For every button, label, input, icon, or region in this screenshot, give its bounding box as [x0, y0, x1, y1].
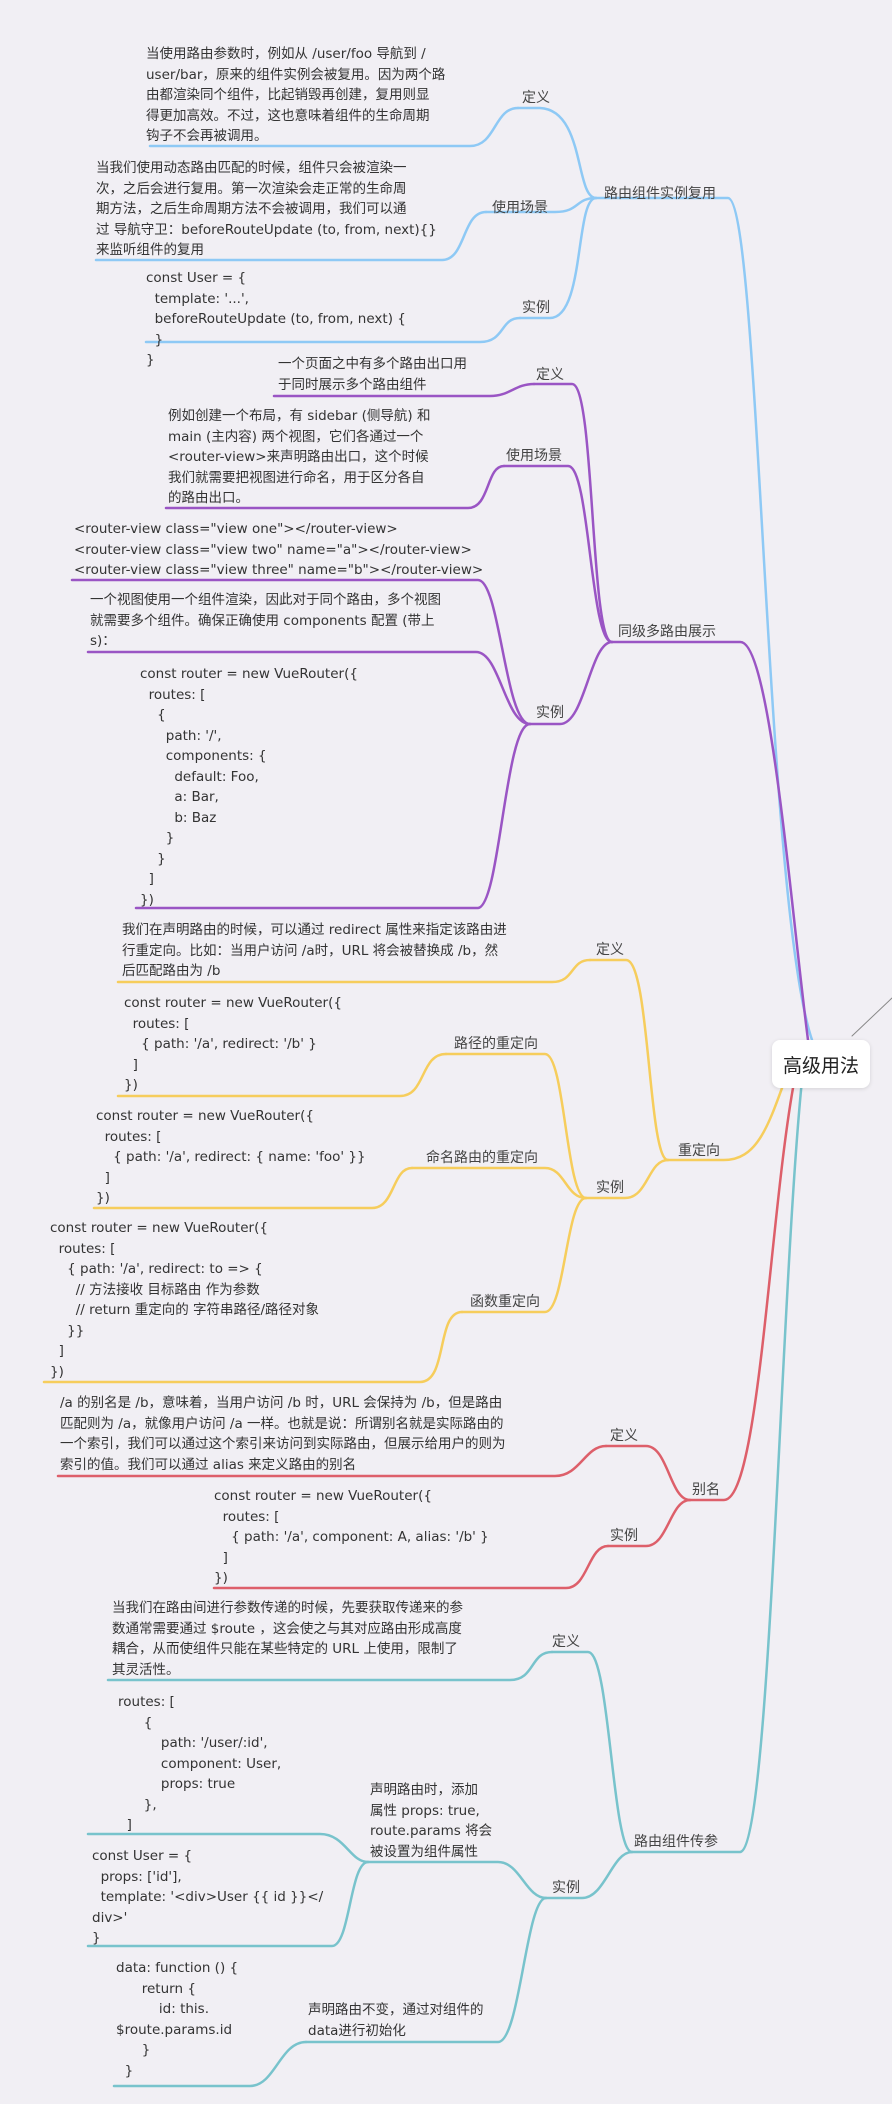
node-alias-ex-label[interactable]: 实例	[610, 1526, 638, 1547]
node-redirect-path-code[interactable]: const router = new VueRouter({ routes: […	[124, 993, 342, 1096]
node-reuse-use-text[interactable]: 当我们使用动态路由匹配的时候，组件只会被渲染一 次，之后会进行复用。第一次渲染会…	[96, 158, 437, 261]
node-multi-title[interactable]: 同级多路由展示	[618, 622, 716, 643]
node-redirect-ex-label[interactable]: 实例	[596, 1178, 624, 1199]
node-props-routes-code[interactable]: routes: [ { path: '/user/:id', component…	[118, 1692, 281, 1836]
node-alias-def-label[interactable]: 定义	[610, 1426, 638, 1447]
node-reuse-def-text[interactable]: 当使用路由参数时，例如从 /user/foo 导航到 / user/bar，原来…	[146, 44, 445, 147]
node-props-user-code[interactable]: const User = { props: ['id'], template: …	[92, 1846, 323, 1949]
node-alias-def-text[interactable]: /a 的别名是 /b，意味着，当用户访问 /b 时，URL 会保持为 /b，但是…	[60, 1393, 506, 1475]
root-stub-line	[851, 997, 892, 1037]
node-props-ex-label[interactable]: 实例	[552, 1878, 580, 1899]
node-multi-def-text[interactable]: 一个页面之中有多个路由出口用 于同时展示多个路由组件	[278, 354, 467, 395]
node-props-decl-label[interactable]: 声明路由时，添加 属性 props: true, route.params 将会…	[370, 1780, 492, 1862]
mindmap-canvas: 高级用法 路由组件实例复用 定义 当使用路由参数时，例如从 /user/foo …	[0, 0, 892, 2104]
node-alias-title[interactable]: 别名	[692, 1480, 720, 1501]
node-redirect-fn-code[interactable]: const router = new VueRouter({ routes: […	[50, 1218, 319, 1382]
node-reuse-def-label[interactable]: 定义	[522, 88, 550, 109]
node-multi-use-label[interactable]: 使用场景	[506, 446, 562, 467]
node-redirect-def-label[interactable]: 定义	[596, 940, 624, 961]
node-multi-def-label[interactable]: 定义	[536, 365, 564, 386]
node-multi-ex-label[interactable]: 实例	[536, 703, 564, 724]
node-alias-ex-code[interactable]: const router = new VueRouter({ routes: […	[214, 1486, 489, 1589]
root-node[interactable]: 高级用法	[772, 1040, 870, 1088]
node-redirect-fn-label[interactable]: 函数重定向	[470, 1292, 540, 1313]
node-props-def-label[interactable]: 定义	[552, 1632, 580, 1653]
node-redirect-def-text[interactable]: 我们在声明路由的时候，可以通过 redirect 属性来指定该路由进 行重定向。…	[122, 920, 507, 982]
node-redirect-named-code[interactable]: const router = new VueRouter({ routes: […	[96, 1106, 366, 1209]
node-multi-ex-code3[interactable]: const router = new VueRouter({ routes: […	[140, 664, 358, 910]
node-multi-ex-code1[interactable]: <router-view class="view one"></router-v…	[74, 519, 483, 581]
node-props-title[interactable]: 路由组件传参	[634, 1832, 718, 1853]
node-multi-use-text[interactable]: 例如创建一个布局，有 sidebar (侧导航) 和 main (主内容) 两个…	[168, 406, 430, 509]
node-props-data-code[interactable]: data: function () { return { id: this. $…	[116, 1958, 238, 2081]
node-redirect-named-label[interactable]: 命名路由的重定向	[426, 1148, 538, 1169]
node-redirect-title[interactable]: 重定向	[678, 1141, 720, 1162]
node-reuse-ex-label[interactable]: 实例	[522, 298, 550, 319]
node-multi-ex-text2[interactable]: 一个视图使用一个组件渲染，因此对于同个路由，多个视图 就需要多个组件。确保正确使…	[90, 590, 441, 652]
node-reuse-title[interactable]: 路由组件实例复用	[604, 184, 716, 205]
node-props-data-label[interactable]: 声明路由不变，通过对组件的 data进行初始化	[308, 2000, 484, 2041]
node-reuse-use-label[interactable]: 使用场景	[492, 198, 548, 219]
node-props-def-text[interactable]: 当我们在路由间进行参数传递的时候，先要获取传递来的参 数通常需要通过 $rout…	[112, 1598, 463, 1680]
node-redirect-path-label[interactable]: 路径的重定向	[454, 1034, 538, 1055]
